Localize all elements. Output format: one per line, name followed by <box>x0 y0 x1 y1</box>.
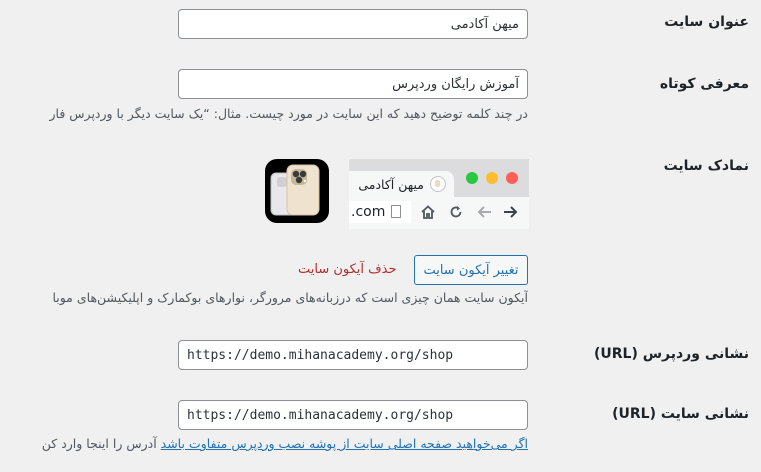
site-title-input[interactable]: میهن آکادمی <box>178 9 528 39</box>
browser-preview-tab-title: میهن آکادمی <box>358 176 424 192</box>
forward-arrow-icon <box>504 206 518 218</box>
wordpress-url-value: https://demo.mihanacademy.org/shop <box>187 347 454 363</box>
site-url-input[interactable]: https://demo.mihanacademy.org/shop <box>178 400 528 430</box>
site-url-description-rest: آدرس را اینجا وارد کن <box>41 436 161 451</box>
document-icon <box>391 205 401 218</box>
tagline-description-wrap: در چند کلمه توضیح دهید که این سایت در مو… <box>0 106 529 126</box>
wordpress-url-label: نشانی وردپرس (URL) <box>593 346 749 362</box>
site-url-description: اگر می‌خواهید صفحه اصلی سایت از پوشه نصب… <box>42 436 528 451</box>
tagline-description: در چند کلمه توضیح دهید که این سایت در مو… <box>49 106 529 121</box>
site-title-label: عنوان سایت <box>664 14 749 30</box>
window-minimize-dot <box>486 172 498 184</box>
site-icon-description-wrap: آیکون سایت همان چیزی است که درزبانه‌های … <box>0 290 528 310</box>
favicon-icon <box>430 176 446 192</box>
site-url-description-wrap: اگر می‌خواهید صفحه اصلی سایت از پوشه نصب… <box>0 436 528 456</box>
site-icon-description: آیکون سایت همان چیزی است که درزبانه‌های … <box>52 290 528 305</box>
site-url-value: https://demo.mihanacademy.org/shop <box>187 407 454 423</box>
site-title-value: میهن آکادمی <box>450 16 519 32</box>
reload-icon <box>450 206 462 218</box>
back-arrow-icon <box>477 206 491 218</box>
window-maximize-dot <box>466 172 478 184</box>
window-close-dot <box>506 172 518 184</box>
site-url-label: نشانی سایت (URL) <box>612 406 749 422</box>
wordpress-url-input[interactable]: https://demo.mihanacademy.org/shop <box>178 340 528 370</box>
change-site-icon-button[interactable]: تغییر آیکون سایت <box>414 255 528 285</box>
tagline-input[interactable]: آموزش رایگان وردپرس <box>178 69 528 99</box>
browser-address-text: .com <box>351 204 386 220</box>
site-icon-app-preview <box>265 159 329 223</box>
tagline-value: آموزش رایگان وردپرس <box>392 76 519 92</box>
site-url-help-link[interactable]: اگر می‌خواهید صفحه اصلی سایت از پوشه نصب… <box>161 436 528 451</box>
remove-site-icon-link[interactable]: حذف آیکون سایت <box>298 262 397 277</box>
phone-app-icon <box>270 164 320 216</box>
site-icon-label: نمادک سایت <box>663 158 749 174</box>
browser-preview-tab: میهن آکادمی <box>349 171 454 197</box>
tagline-label: معرفی کوتاه <box>659 76 749 92</box>
browser-preview: میهن آکادمی .com <box>349 159 529 229</box>
browser-address-bar: .com <box>349 201 411 223</box>
home-icon <box>421 205 435 219</box>
